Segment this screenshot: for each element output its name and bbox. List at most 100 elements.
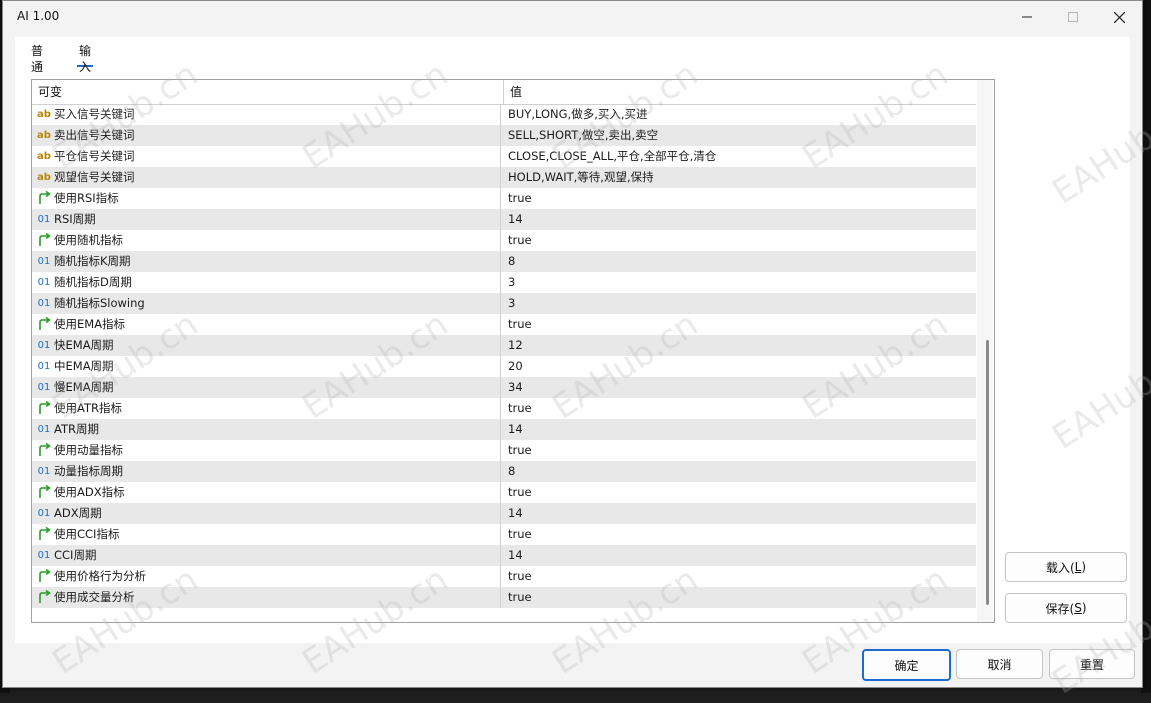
parameter-value[interactable]: 14 bbox=[508, 209, 974, 230]
parameter-name: ATR周期 bbox=[54, 419, 501, 440]
vertical-scrollbar[interactable] bbox=[977, 80, 993, 622]
boolean-type-icon bbox=[36, 440, 52, 461]
properties-dialog: AI 1.00 普通 输入 可变 值 ab 买入信号关键词 BUY,LONG,做… bbox=[2, 0, 1151, 703]
parameter-name: 使用成交量分析 bbox=[54, 587, 501, 608]
column-header-variable[interactable]: 可变 bbox=[32, 80, 504, 104]
parameter-value[interactable]: 34 bbox=[508, 377, 974, 398]
scrollbar-thumb[interactable] bbox=[986, 340, 989, 605]
minimize-button[interactable] bbox=[1004, 1, 1050, 33]
parameter-value[interactable]: true bbox=[508, 314, 974, 335]
table-row[interactable]: ab 平仓信号关键词 CLOSE,CLOSE_ALL,平仓,全部平仓,清仓 bbox=[32, 146, 976, 167]
table-row[interactable]: 01 快EMA周期 12 bbox=[32, 335, 976, 356]
parameter-name: 观望信号关键词 bbox=[54, 167, 501, 188]
boolean-type-icon bbox=[36, 524, 52, 545]
parameter-name: 使用ATR指标 bbox=[54, 398, 501, 419]
integer-type-icon: 01 bbox=[37, 298, 51, 309]
column-header-value[interactable]: 值 bbox=[504, 80, 980, 104]
integer-type-icon: 01 bbox=[37, 508, 51, 519]
parameter-value[interactable]: 12 bbox=[508, 335, 974, 356]
maximize-icon bbox=[1068, 12, 1078, 22]
parameter-value[interactable]: true bbox=[508, 566, 974, 587]
title-bar[interactable]: AI 1.00 bbox=[3, 1, 1142, 33]
parameter-rows: ab 买入信号关键词 BUY,LONG,做多,买入,买进 ab 卖出信号关键词 SELL,… bbox=[32, 104, 976, 608]
load-button-hotkey: L bbox=[1074, 560, 1082, 574]
parameter-name: 卖出信号关键词 bbox=[54, 125, 501, 146]
table-row[interactable]: 01 随机指标Slowing 3 bbox=[32, 293, 976, 314]
integer-type-icon: 01 bbox=[37, 424, 51, 435]
table-row[interactable]: 使用动量指标 true bbox=[32, 440, 976, 461]
table-row[interactable]: 使用随机指标 true bbox=[32, 230, 976, 251]
close-button[interactable] bbox=[1096, 1, 1142, 33]
load-button[interactable]: 载入(L) bbox=[1005, 552, 1127, 582]
grid-header: 可变 值 bbox=[32, 80, 976, 105]
cancel-button[interactable]: 取消 bbox=[956, 649, 1043, 679]
parameter-value[interactable]: 8 bbox=[508, 251, 974, 272]
table-row[interactable]: ab 买入信号关键词 BUY,LONG,做多,买入,买进 bbox=[32, 104, 976, 125]
boolean-type-icon bbox=[36, 314, 52, 335]
parameter-value[interactable]: 8 bbox=[508, 461, 974, 482]
parameter-value[interactable]: 3 bbox=[508, 272, 974, 293]
parameter-value[interactable]: 3 bbox=[508, 293, 974, 314]
parameter-value[interactable]: 14 bbox=[508, 503, 974, 524]
parameter-value[interactable]: 20 bbox=[508, 356, 974, 377]
table-row[interactable]: 使用RSI指标 true bbox=[32, 188, 976, 209]
parameter-value[interactable]: true bbox=[508, 524, 974, 545]
table-row[interactable]: ab 观望信号关键词 HOLD,WAIT,等待,观望,保持 bbox=[32, 167, 976, 188]
parameter-value[interactable]: true bbox=[508, 188, 974, 209]
parameter-value[interactable]: true bbox=[508, 587, 974, 608]
parameter-value[interactable]: HOLD,WAIT,等待,观望,保持 bbox=[508, 167, 974, 188]
ok-button[interactable]: 确定 bbox=[862, 649, 951, 681]
tab-common[interactable]: 普通 bbox=[29, 43, 45, 74]
parameter-value[interactable]: true bbox=[508, 440, 974, 461]
table-row[interactable]: 01 慢EMA周期 34 bbox=[32, 377, 976, 398]
parameter-name: 慢EMA周期 bbox=[54, 377, 501, 398]
parameter-name: 随机指标D周期 bbox=[54, 272, 501, 293]
parameter-value[interactable]: BUY,LONG,做多,买入,买进 bbox=[508, 104, 974, 125]
table-row[interactable]: 01 动量指标周期 8 bbox=[32, 461, 976, 482]
parameter-name: 使用动量指标 bbox=[54, 440, 501, 461]
table-row[interactable]: 使用ADX指标 true bbox=[32, 482, 976, 503]
parameter-value[interactable]: 14 bbox=[508, 545, 974, 566]
load-button-label-end: ) bbox=[1081, 560, 1087, 574]
parameter-value[interactable]: 14 bbox=[508, 419, 974, 440]
parameter-value[interactable]: true bbox=[508, 482, 974, 503]
parameter-name: 使用随机指标 bbox=[54, 230, 501, 251]
boolean-type-icon bbox=[36, 398, 52, 419]
close-icon bbox=[1113, 11, 1125, 23]
parameter-name: 使用RSI指标 bbox=[54, 188, 501, 209]
parameter-value[interactable]: SELL,SHORT,做空,卖出,卖空 bbox=[508, 125, 974, 146]
table-row[interactable]: 使用价格行为分析 true bbox=[32, 566, 976, 587]
save-button-label-end: ) bbox=[1081, 601, 1087, 615]
table-row[interactable]: 01 随机指标D周期 3 bbox=[32, 272, 976, 293]
table-row[interactable]: 01 ATR周期 14 bbox=[32, 419, 976, 440]
table-row[interactable]: 使用ATR指标 true bbox=[32, 398, 976, 419]
table-row[interactable]: 01 随机指标K周期 8 bbox=[32, 251, 976, 272]
parameter-name: ADX周期 bbox=[54, 503, 501, 524]
table-row[interactable]: 使用EMA指标 true bbox=[32, 314, 976, 335]
table-row[interactable]: ab 卖出信号关键词 SELL,SHORT,做空,卖出,卖空 bbox=[32, 125, 976, 146]
parameter-name: 随机指标Slowing bbox=[54, 293, 501, 314]
table-row[interactable]: 01 中EMA周期 20 bbox=[32, 356, 976, 377]
integer-type-icon: 01 bbox=[37, 466, 51, 477]
string-type-icon: ab bbox=[37, 151, 51, 162]
string-type-icon: ab bbox=[37, 109, 51, 120]
dialog-client-area: 普通 输入 可变 值 ab 买入信号关键词 BUY,LONG,做多,买入,买进 ab 卖… bbox=[15, 37, 1130, 643]
table-row[interactable]: 01 ADX周期 14 bbox=[32, 503, 976, 524]
table-row[interactable]: 使用CCI指标 true bbox=[32, 524, 976, 545]
table-row[interactable]: 01 RSI周期 14 bbox=[32, 209, 976, 230]
parameter-name: 使用CCI指标 bbox=[54, 524, 501, 545]
save-button[interactable]: 保存(S) bbox=[1005, 593, 1127, 623]
parameter-value[interactable]: CLOSE,CLOSE_ALL,平仓,全部平仓,清仓 bbox=[508, 146, 974, 167]
parameter-name: 动量指标周期 bbox=[54, 461, 501, 482]
string-type-icon: ab bbox=[37, 130, 51, 141]
reset-button[interactable]: 重置 bbox=[1049, 649, 1135, 679]
maximize-button[interactable] bbox=[1050, 1, 1096, 33]
parameter-value[interactable]: true bbox=[508, 398, 974, 419]
table-row[interactable]: 使用成交量分析 true bbox=[32, 587, 976, 608]
parameter-value[interactable]: true bbox=[508, 230, 974, 251]
tab-inputs[interactable]: 输入 bbox=[77, 43, 94, 74]
window-title: AI 1.00 bbox=[17, 9, 60, 23]
boolean-type-icon bbox=[36, 566, 52, 587]
integer-type-icon: 01 bbox=[37, 256, 51, 267]
table-row[interactable]: 01 CCI周期 14 bbox=[32, 545, 976, 566]
